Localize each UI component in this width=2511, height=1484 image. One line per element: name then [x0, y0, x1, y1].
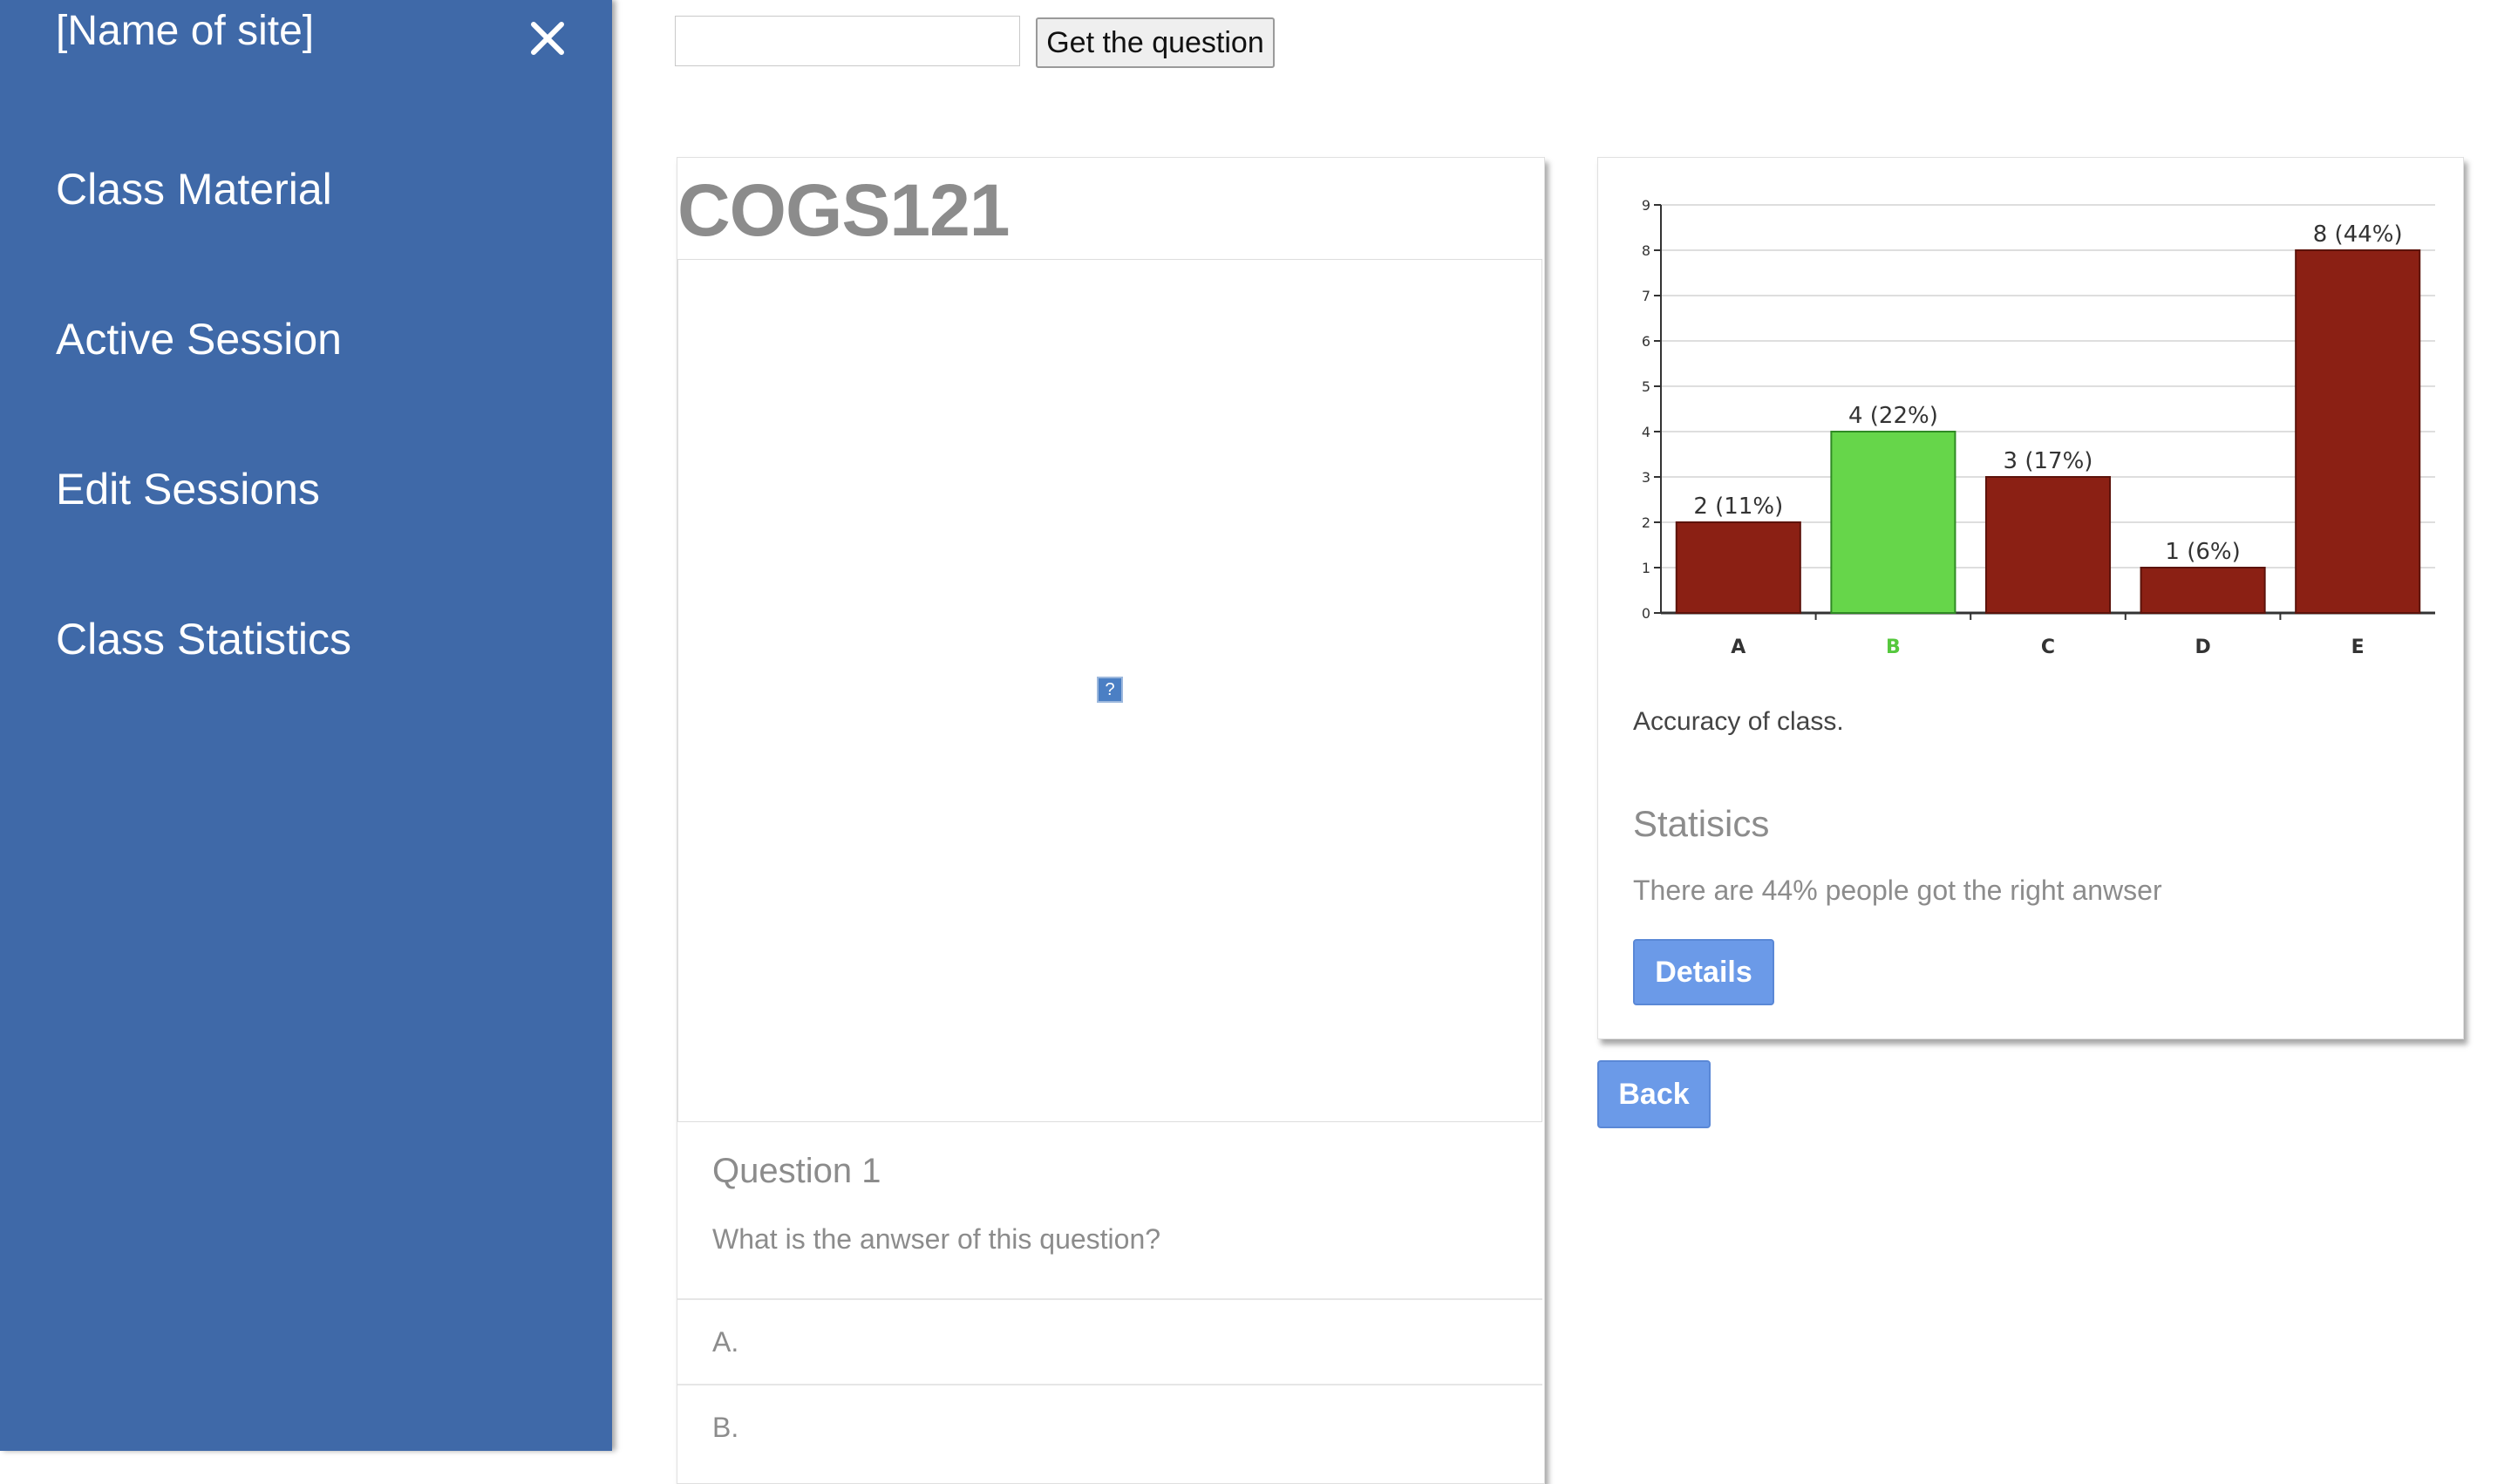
back-button[interactable]: Back [1597, 1060, 1711, 1128]
bar-b [1830, 431, 1956, 614]
bar-d [2140, 567, 2266, 614]
y-tick-label: 7 [1642, 288, 1650, 304]
broken-image-icon: ? [1097, 677, 1123, 703]
sidebar-item-class-material[interactable]: Class Material [56, 164, 332, 214]
bar-value-label: 2 (11%) [1693, 494, 1783, 520]
x-tick-label: D [2195, 636, 2210, 658]
y-tick-label: 3 [1642, 469, 1650, 486]
question-image-area: ? [677, 259, 1542, 1122]
option-label: A. [712, 1326, 739, 1358]
x-tick-label: A [1731, 636, 1745, 658]
get-question-button[interactable]: Get the question [1036, 17, 1275, 68]
y-tick-label: 1 [1642, 560, 1650, 576]
x-tick-label: C [2041, 636, 2055, 658]
sidebar: [Name of site] Class Material Active Ses… [0, 0, 612, 1451]
statistics-heading: Statisics [1633, 803, 1770, 844]
bar-c [1984, 476, 2112, 614]
accuracy-bar-chart: 0 1 2 3 4 5 6 7 8 9 2 (11%) A 4 (22%) B 3 (17%) C 1 (6%)… [1642, 197, 2435, 658]
y-tick-label: 9 [1642, 197, 1650, 214]
bar-e [2295, 249, 2421, 614]
question-card: COGS121 ? Question 1 What is the anwser … [677, 157, 1545, 1484]
course-title: COGS121 [677, 169, 1011, 251]
bar-a [1675, 521, 1801, 614]
y-tick-label: 6 [1642, 333, 1650, 350]
chart-caption: Accuracy of class. [1633, 707, 1844, 736]
y-tick-label: 8 [1642, 242, 1650, 259]
option-b[interactable]: B. [677, 1384, 1542, 1471]
statistics-text: There are 44% people got the right anwse… [1633, 875, 2162, 906]
x-tick-label: E [2351, 636, 2365, 658]
bar-value-label: 8 (44%) [2313, 221, 2403, 248]
bar-value-label: 4 (22%) [1848, 403, 1938, 429]
option-a[interactable]: A. [677, 1298, 1542, 1385]
y-tick-label: 2 [1642, 514, 1650, 531]
y-tick-label: 4 [1642, 424, 1650, 440]
bar-value-label: 3 (17%) [2004, 448, 2093, 474]
question-label: Question 1 [712, 1152, 881, 1190]
bar-value-label: 1 (6%) [2165, 539, 2240, 565]
x-tick-label: B [1886, 636, 1901, 658]
site-name: [Name of site] [56, 8, 315, 54]
y-tick-label: 0 [1642, 605, 1650, 622]
statistics-card: 0 1 2 3 4 5 6 7 8 9 2 (11%) A 4 (22%) B 3 (17%) C 1 (6%)… [1597, 157, 2464, 1039]
question-id-input[interactable] [675, 16, 1020, 66]
y-tick-label: 5 [1642, 378, 1650, 395]
sidebar-item-active-session[interactable]: Active Session [56, 314, 342, 364]
option-label: B. [712, 1412, 739, 1443]
question-text: What is the anwser of this question? [712, 1223, 1161, 1255]
sidebar-item-class-statistics[interactable]: Class Statistics [56, 614, 351, 664]
sidebar-item-edit-sessions[interactable]: Edit Sessions [56, 464, 320, 514]
details-button[interactable]: Details [1633, 939, 1774, 1005]
close-icon[interactable] [528, 19, 567, 58]
